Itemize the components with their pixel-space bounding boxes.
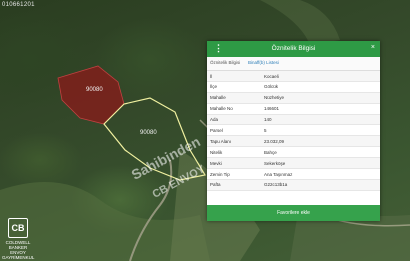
table-row: Mahalle No 146601: [207, 104, 380, 115]
tab-building-list[interactable]: Binaff(b) Listesi: [248, 60, 279, 65]
row-key: Mevki: [210, 160, 222, 166]
row-key: İl: [210, 73, 213, 79]
table-row: Ada 140: [207, 114, 380, 126]
table-row: Parsel 5: [207, 125, 380, 137]
table-row: Tapu Alanı 23.032,09: [207, 136, 380, 148]
row-key: Nitelik: [210, 149, 223, 155]
add-to-favorites-button[interactable]: Favorilere ekle: [207, 205, 380, 221]
table-row: Nitelik Bahçe: [207, 147, 380, 159]
tab-attribute-info[interactable]: Öznitelik Bilgisi: [210, 60, 240, 65]
close-icon[interactable]: ×: [371, 44, 375, 51]
table-row: İlçe Gölcük: [207, 82, 380, 93]
parcel-red-polygon: [57, 65, 125, 125]
row-value: 140: [264, 117, 272, 123]
row-value: 5: [264, 127, 267, 133]
panel-tabs: Öznitelik Bilgisi Binaff(b) Listesi: [207, 57, 380, 71]
panel-header: ⋮ Öznitelik Bilgisi ×: [207, 41, 380, 57]
row-key: Mahalle: [210, 95, 226, 101]
row-value: G22c13b1a: [264, 182, 288, 188]
row-value: 146601: [264, 106, 280, 112]
attribute-info-panel: ⋮ Öznitelik Bilgisi × Öznitelik Bilgisi …: [207, 41, 380, 221]
row-key: Zemin Tip: [210, 171, 230, 177]
row-value: Bahçe: [264, 149, 277, 155]
attribute-table: İl Kocaeli İlçe Gölcük Mahalle Nüzhetiye Ma…: [207, 71, 380, 191]
coordinate-readout: 010661201: [2, 2, 35, 8]
row-key: Ada: [210, 117, 219, 123]
row-value: 23.032,09: [264, 138, 285, 144]
row-key: İlçe: [210, 84, 218, 90]
table-row: İl Kocaeli: [207, 71, 380, 82]
table-row: Mahalle Nüzhetiye: [207, 92, 380, 104]
row-value: Ana Taşınmaz: [264, 171, 293, 177]
table-row: Pafta G22c13b1a: [207, 179, 380, 191]
row-key: Mahalle No: [210, 106, 233, 112]
brand-logo-mark: CB: [8, 218, 28, 238]
row-value: Gölcük: [264, 84, 279, 90]
parcel-label: 90080: [140, 130, 157, 136]
table-row: Zemin Tip Ana Taşınmaz: [207, 169, 380, 180]
brand-name: COLDWELL BANKER ENVOY GAYRİMENKUL: [2, 240, 34, 260]
panel-title: Öznitelik Bilgisi: [271, 45, 316, 52]
row-value: Kocaeli: [264, 73, 279, 79]
row-key: Parsel: [210, 127, 223, 133]
row-value: Sekerköşe: [264, 160, 286, 166]
row-key: Pafta: [210, 182, 221, 188]
brand-line: GAYRİMENKUL: [2, 255, 35, 260]
table-row: Mevki Sekerköşe: [207, 158, 380, 170]
row-key: Tapu Alanı: [210, 138, 232, 144]
row-value: Nüzhetiye: [264, 95, 285, 101]
brand-logo: CB COLDWELL BANKER ENVOY GAYRİMENKUL: [2, 218, 34, 260]
parcel-label: 90080: [86, 87, 103, 93]
